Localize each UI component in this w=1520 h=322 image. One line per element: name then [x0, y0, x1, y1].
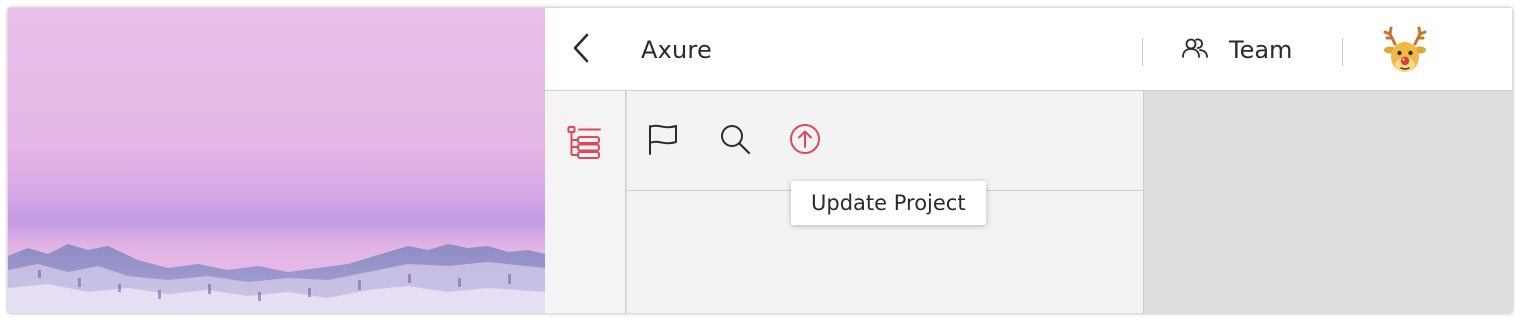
screenshot-frame: Axure Team Update Project — [8, 8, 1512, 313]
flag-button[interactable] — [643, 121, 683, 161]
header-bar: Axure Team — [545, 8, 1512, 91]
project-title: Axure — [641, 36, 712, 64]
reindeer-avatar-icon — [1381, 26, 1429, 80]
update-project-button[interactable] — [785, 121, 825, 161]
desktop-wallpaper — [8, 8, 545, 313]
header-divider — [1342, 38, 1343, 66]
update-arrow-up-icon — [788, 122, 822, 160]
search-icon — [718, 122, 752, 160]
back-button[interactable] — [565, 32, 597, 68]
left-sidebar — [545, 91, 626, 313]
mountain-landscape-image — [8, 244, 545, 313]
canvas-area — [1145, 91, 1512, 313]
panel-toolbar — [627, 91, 1144, 191]
tree-list-icon — [567, 126, 603, 165]
update-project-tooltip: Update Project — [791, 181, 986, 225]
team-label: Team — [1229, 36, 1293, 64]
search-button[interactable] — [715, 121, 755, 161]
pages-panel: Update Project — [627, 91, 1144, 313]
avatar[interactable] — [1381, 26, 1429, 76]
app-window: Axure Team Update Project — [545, 8, 1512, 313]
header-divider — [1142, 38, 1143, 66]
team-button[interactable]: Team — [1181, 32, 1292, 68]
sidebar-item-outline[interactable] — [567, 125, 603, 161]
flag-icon — [646, 122, 680, 160]
chevron-left-icon — [571, 32, 591, 68]
team-people-icon — [1181, 36, 1209, 64]
